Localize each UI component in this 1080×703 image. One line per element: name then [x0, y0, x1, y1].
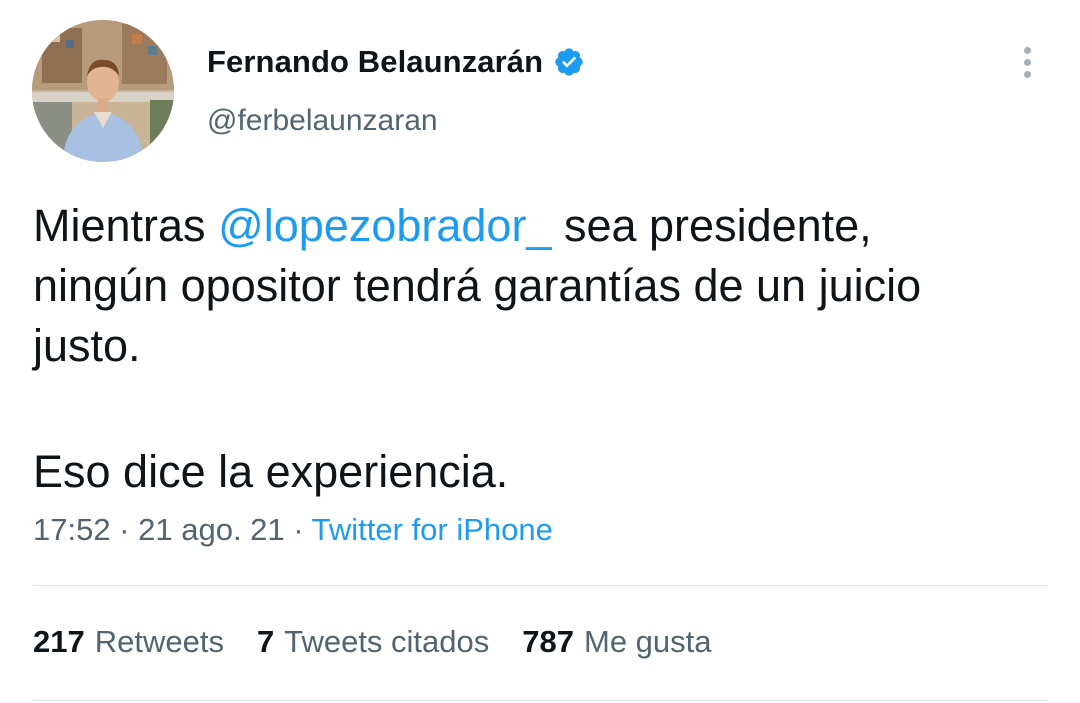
retweets-label: Retweets	[94, 624, 224, 659]
tweet-text-line-2: ningún opositor tendrá garantías de un j…	[33, 260, 922, 311]
meta-separator: ·	[110, 512, 139, 547]
more-dot	[1023, 70, 1031, 78]
divider	[33, 585, 1048, 586]
verified-badge-icon	[555, 48, 583, 76]
avatar[interactable]	[32, 20, 174, 162]
quote-tweets-stat[interactable]: 7 Tweets citados	[257, 624, 489, 660]
author-name-row[interactable]: Fernando Belaunzarán	[207, 40, 585, 84]
tweet-meta: 17:52 · 21 ago. 21 · Twitter for iPhone	[33, 512, 553, 548]
mention-link[interactable]: @lopezobrador_	[218, 200, 551, 251]
author-display-name[interactable]: Fernando Belaunzarán	[207, 44, 543, 80]
author-handle[interactable]: @ferbelaunzaran	[207, 104, 438, 138]
tweet-date[interactable]: 21 ago. 21	[138, 512, 285, 547]
tweet-text: Mientras @lopezobrador_ sea presidente, …	[33, 196, 1033, 376]
tweet-text-suffix: sea presidente,	[551, 200, 872, 251]
meta-separator: ·	[284, 512, 312, 547]
quote-tweets-label: Tweets citados	[284, 624, 490, 659]
likes-count: 787	[522, 624, 574, 659]
more-dot	[1023, 46, 1031, 54]
divider	[33, 700, 1048, 701]
likes-stat[interactable]: 787 Me gusta	[522, 624, 711, 660]
tweet-text-prefix: Mientras	[33, 200, 219, 251]
likes-label: Me gusta	[584, 624, 712, 659]
more-dot	[1023, 58, 1031, 66]
tweet-text-line-1: Mientras @lopezobrador_ sea presidente,	[33, 196, 1033, 256]
tweet-text-line-3: justo.	[33, 320, 141, 371]
tweet-text-paragraph-2: Eso dice la experiencia.	[33, 446, 509, 497]
tweet-source-link[interactable]: Twitter for iPhone	[312, 512, 553, 547]
tweet-card: Fernando Belaunzarán @ferbelaunzaran Mie…	[0, 0, 1080, 703]
profile-photo-icon	[32, 20, 174, 162]
tweet-stats: 217 Retweets 7 Tweets citados 787 Me gusta	[33, 624, 745, 660]
retweets-stat[interactable]: 217 Retweets	[33, 624, 224, 660]
quote-tweets-count: 7	[256, 624, 275, 659]
retweets-count: 217	[33, 624, 85, 659]
more-options-icon[interactable]	[1010, 40, 1044, 84]
tweet-time[interactable]: 17:52	[33, 512, 111, 547]
